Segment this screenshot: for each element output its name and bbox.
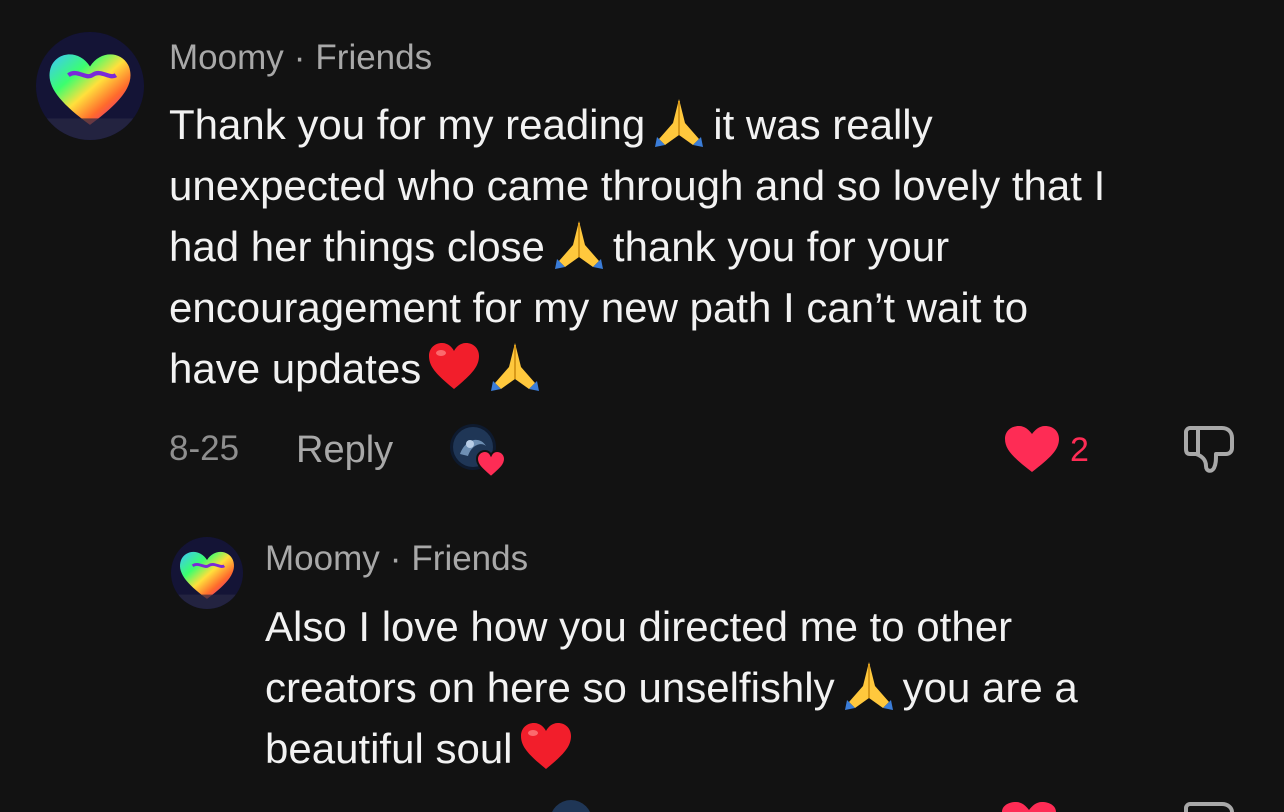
- comment-line: Also I love how you directed me to other: [265, 603, 1013, 650]
- comment-line: had her things close: [169, 223, 545, 270]
- reply-button[interactable]: Reply: [296, 430, 393, 470]
- like-count: 2: [1070, 431, 1089, 469]
- folded-hands-emoji: [651, 95, 707, 147]
- thumbs-down-icon[interactable]: [1182, 420, 1240, 478]
- comment-line: unexpected who came through and so lovel…: [169, 162, 1106, 209]
- comment-line: beautiful soul: [265, 725, 513, 772]
- comment-line: have updates: [169, 345, 422, 392]
- comment-line: thank you for your: [612, 223, 950, 270]
- separator-dot: ·: [293, 38, 306, 77]
- thumbs-down-icon[interactable]: [1182, 802, 1240, 812]
- red-heart-emoji: [519, 721, 573, 771]
- username[interactable]: Moomy: [169, 38, 284, 77]
- comment-date: 8-25: [169, 429, 240, 468]
- comment-line: encouragement for my new path I can’t wa…: [169, 284, 1029, 331]
- heart-filled-icon[interactable]: [1000, 800, 1058, 812]
- red-heart-emoji: [427, 341, 481, 391]
- comment-header: Moomy · Friends: [169, 38, 432, 78]
- friends-label: Friends: [315, 38, 433, 77]
- comment-line: you are a: [902, 664, 1078, 711]
- comment-line: creators on here so unselfishly: [265, 664, 835, 711]
- creator-avatar: [550, 800, 592, 812]
- comment-text: Also I love how you directed me to other…: [265, 596, 1078, 779]
- creator-liked-badge: [450, 424, 506, 478]
- comment-text: Thank you for my reading it was really u…: [169, 94, 1105, 399]
- folded-hands-emoji: [841, 658, 897, 710]
- comment-line: it was really: [713, 101, 933, 148]
- friends-label: Friends: [411, 539, 529, 578]
- comment-line: Thank you for my reading: [169, 101, 646, 148]
- user-avatar[interactable]: [36, 32, 144, 140]
- comments-screen: Moomy · Friends Thank you for my reading i…: [0, 0, 1284, 812]
- comment-header: Moomy · Friends: [265, 539, 528, 579]
- username[interactable]: Moomy: [265, 539, 380, 578]
- separator-dot: ·: [389, 539, 402, 578]
- user-avatar[interactable]: [171, 537, 243, 609]
- heart-icon: [476, 450, 506, 478]
- folded-hands-emoji: [487, 339, 543, 391]
- heart-filled-icon[interactable]: [1003, 424, 1061, 474]
- folded-hands-emoji: [551, 217, 607, 269]
